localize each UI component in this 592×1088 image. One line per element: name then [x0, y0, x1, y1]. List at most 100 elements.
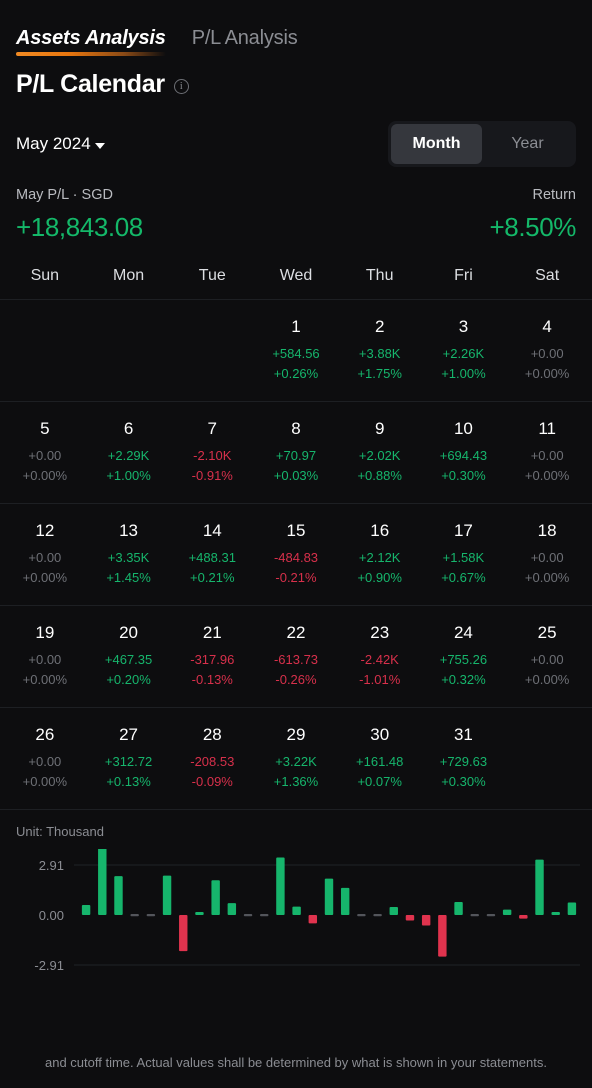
calendar-day-cell[interactable]: 30 +161.48 +0.07%	[338, 708, 422, 809]
calendar-day-number: 25	[537, 623, 557, 642]
calendar-day-cell[interactable]: 10 +694.43 +0.30%	[422, 402, 506, 503]
calendar-day-number: 9	[374, 419, 385, 438]
tab-pl-analysis[interactable]: P/L Analysis	[192, 25, 298, 56]
calendar-day-pct: +1.36%	[273, 774, 319, 789]
calendar-day-pl: +694.43	[439, 448, 488, 463]
calendar-day-cell[interactable]: 13 +3.35K +1.45%	[87, 504, 171, 605]
calendar-day-pl: +2.26K	[442, 346, 485, 361]
calendar-day-cell[interactable]: 27 +312.72 +0.13%	[87, 708, 171, 809]
calendar-day-cell[interactable]: 14 +488.31 +0.21%	[170, 504, 254, 605]
calendar-day-cell[interactable]: 31 +729.63 +0.30%	[422, 708, 506, 809]
calendar-day-pl: +755.26	[439, 652, 488, 667]
calendar-week-row: 12 +0.00 +0.00% 13 +3.35K +1.45% 14 +488.31 +0.2…	[0, 503, 592, 605]
calendar-day-cell[interactable]: 24 +755.26 +0.32%	[422, 606, 506, 707]
calendar-day-cell[interactable]: 4 +0.00 +0.00%	[505, 300, 589, 401]
calendar-day-pct: +0.30%	[441, 774, 486, 789]
calendar-day-pl: -208.53	[190, 754, 235, 769]
calendar-day-cell[interactable]: 22 -613.73 -0.26%	[254, 606, 338, 707]
calendar-day-pl: +0.00	[28, 448, 62, 463]
calendar-day-pl: +70.97	[275, 448, 317, 463]
chart-bar-positive	[195, 912, 204, 915]
calendar-day-pct: +0.32%	[441, 672, 486, 687]
calendar-day-number: 14	[202, 521, 222, 540]
calendar-day-cell[interactable]: 15 -484.83 -0.21%	[254, 504, 338, 605]
calendar-day-cell[interactable]: 28 -208.53 -0.09%	[170, 708, 254, 809]
calendar-day-cell[interactable]: 21 -317.96 -0.13%	[170, 606, 254, 707]
calendar-day-pl: +2.12K	[358, 550, 401, 565]
dow-fri: Fri	[454, 267, 473, 284]
calendar-day-cell[interactable]: 7 -2.10K -0.91%	[170, 402, 254, 503]
info-circle-icon[interactable]: i	[173, 79, 189, 94]
chart-bar-zero	[357, 914, 366, 917]
summary-labels: May P/L · SGD Return	[0, 187, 592, 203]
calendar-day-pl: +3.35K	[107, 550, 150, 565]
calendar-day-pl: +0.00	[530, 448, 564, 463]
pl-label: May P/L · SGD	[16, 187, 113, 203]
calendar-day-pl: +3.88K	[358, 346, 401, 361]
calendar-day-cell[interactable]: 8 +70.97 +0.03%	[254, 402, 338, 503]
pl-value: +18,843.08	[16, 212, 143, 242]
calendar-day-pl: +0.00	[28, 652, 62, 667]
return-label: Return	[532, 187, 576, 203]
daily-pl-bar-chart[interactable]: 2.91 0.00 -2.91	[0, 849, 592, 989]
calendar-day-number: 7	[207, 419, 218, 438]
footer-disclaimer: and cutoff time. Actual values shall be …	[45, 1055, 547, 1070]
calendar-day-pl: -2.42K	[360, 652, 399, 667]
calendar-day-cell[interactable]: 1 +584.56 +0.26%	[254, 300, 338, 401]
calendar-week-row: 1 +584.56 +0.26% 2 +3.88K +1.75% 3 +2.26K +1.00%…	[0, 299, 592, 401]
calendar-day-number: 3	[458, 317, 469, 336]
chart-bar-positive	[454, 902, 463, 915]
range-option-month[interactable]: Month	[391, 124, 482, 164]
tab-assets-analysis-label: Assets Analysis	[16, 27, 166, 49]
calendar-weeks: 1 +584.56 +0.26% 2 +3.88K +1.75% 3 +2.26K +1.00%…	[0, 299, 592, 809]
calendar-day-number: 10	[453, 419, 473, 438]
dow-thu: Thu	[365, 267, 394, 284]
chart-y-tick-label: 2.91	[39, 858, 64, 873]
calendar-day-cell[interactable]: 20 +467.35 +0.20%	[87, 606, 171, 707]
calendar-day-cell[interactable]: 11 +0.00 +0.00%	[505, 402, 589, 503]
calendar-day-pl: +2.02K	[358, 448, 401, 463]
chart-unit-label: Unit: Thousand	[16, 824, 104, 839]
calendar-day-pct: +0.88%	[357, 468, 402, 483]
calendar-day-cell[interactable]: 3 +2.26K +1.00%	[422, 300, 506, 401]
calendar-day-pct: +1.45%	[106, 570, 151, 585]
calendar-day-cell[interactable]: 19 +0.00 +0.00%	[3, 606, 87, 707]
calendar-day-cell[interactable]: 18 +0.00 +0.00%	[505, 504, 589, 605]
calendar-day-number: 12	[35, 521, 55, 540]
calendar-day-number: 28	[202, 725, 222, 744]
calendar-day-number: 22	[286, 623, 306, 642]
calendar-day-pl: +0.00	[530, 652, 564, 667]
calendar-day-cell[interactable]: 29 +3.22K +1.36%	[254, 708, 338, 809]
calendar-day-pl: +467.35	[104, 652, 153, 667]
chart-y-tick-label: -2.91	[34, 958, 64, 973]
month-picker[interactable]: May 2024	[16, 134, 105, 154]
chart-bar-positive	[98, 849, 107, 915]
calendar-day-pct: +0.07%	[357, 774, 402, 789]
calendar-day-cell[interactable]: 25 +0.00 +0.00%	[505, 606, 589, 707]
calendar-day-pl: +1.58K	[442, 550, 485, 565]
daily-pl-chart-section: Unit: Thousand 2.91 0.00 -2.91	[0, 809, 592, 989]
chart-bar-positive	[551, 912, 560, 915]
calendar-day-cell[interactable]: 2 +3.88K +1.75%	[338, 300, 422, 401]
calendar-day-pct: +0.30%	[441, 468, 486, 483]
calendar-day-cell[interactable]: 12 +0.00 +0.00%	[3, 504, 87, 605]
calendar-day-pct: +0.26%	[273, 366, 319, 381]
calendar-day-cell[interactable]: 23 -2.42K -1.01%	[338, 606, 422, 707]
calendar-day-pct: -1.01%	[359, 672, 401, 687]
calendar-day-pct: -0.91%	[191, 468, 233, 483]
calendar-day-cell[interactable]: 16 +2.12K +0.90%	[338, 504, 422, 605]
chart-bar-positive	[567, 902, 577, 915]
calendar-day-cell[interactable]: 9 +2.02K +0.88%	[338, 402, 422, 503]
range-option-year[interactable]: Year	[482, 124, 573, 164]
chart-bar-negative	[421, 915, 431, 926]
tab-assets-analysis[interactable]: Assets Analysis	[16, 25, 166, 56]
chart-bar-positive	[276, 857, 285, 915]
calendar-day-empty	[170, 300, 254, 401]
calendar-day-cell[interactable]: 6 +2.29K +1.00%	[87, 402, 171, 503]
calendar-day-cell[interactable]: 5 +0.00 +0.00%	[3, 402, 87, 503]
calendar-day-pl: -317.96	[190, 652, 235, 667]
calendar-day-cell[interactable]: 26 +0.00 +0.00%	[3, 708, 87, 809]
calendar-day-pct: +0.00%	[524, 672, 570, 687]
calendar-day-cell[interactable]: 17 +1.58K +0.67%	[422, 504, 506, 605]
calendar-day-number: 15	[286, 521, 306, 540]
